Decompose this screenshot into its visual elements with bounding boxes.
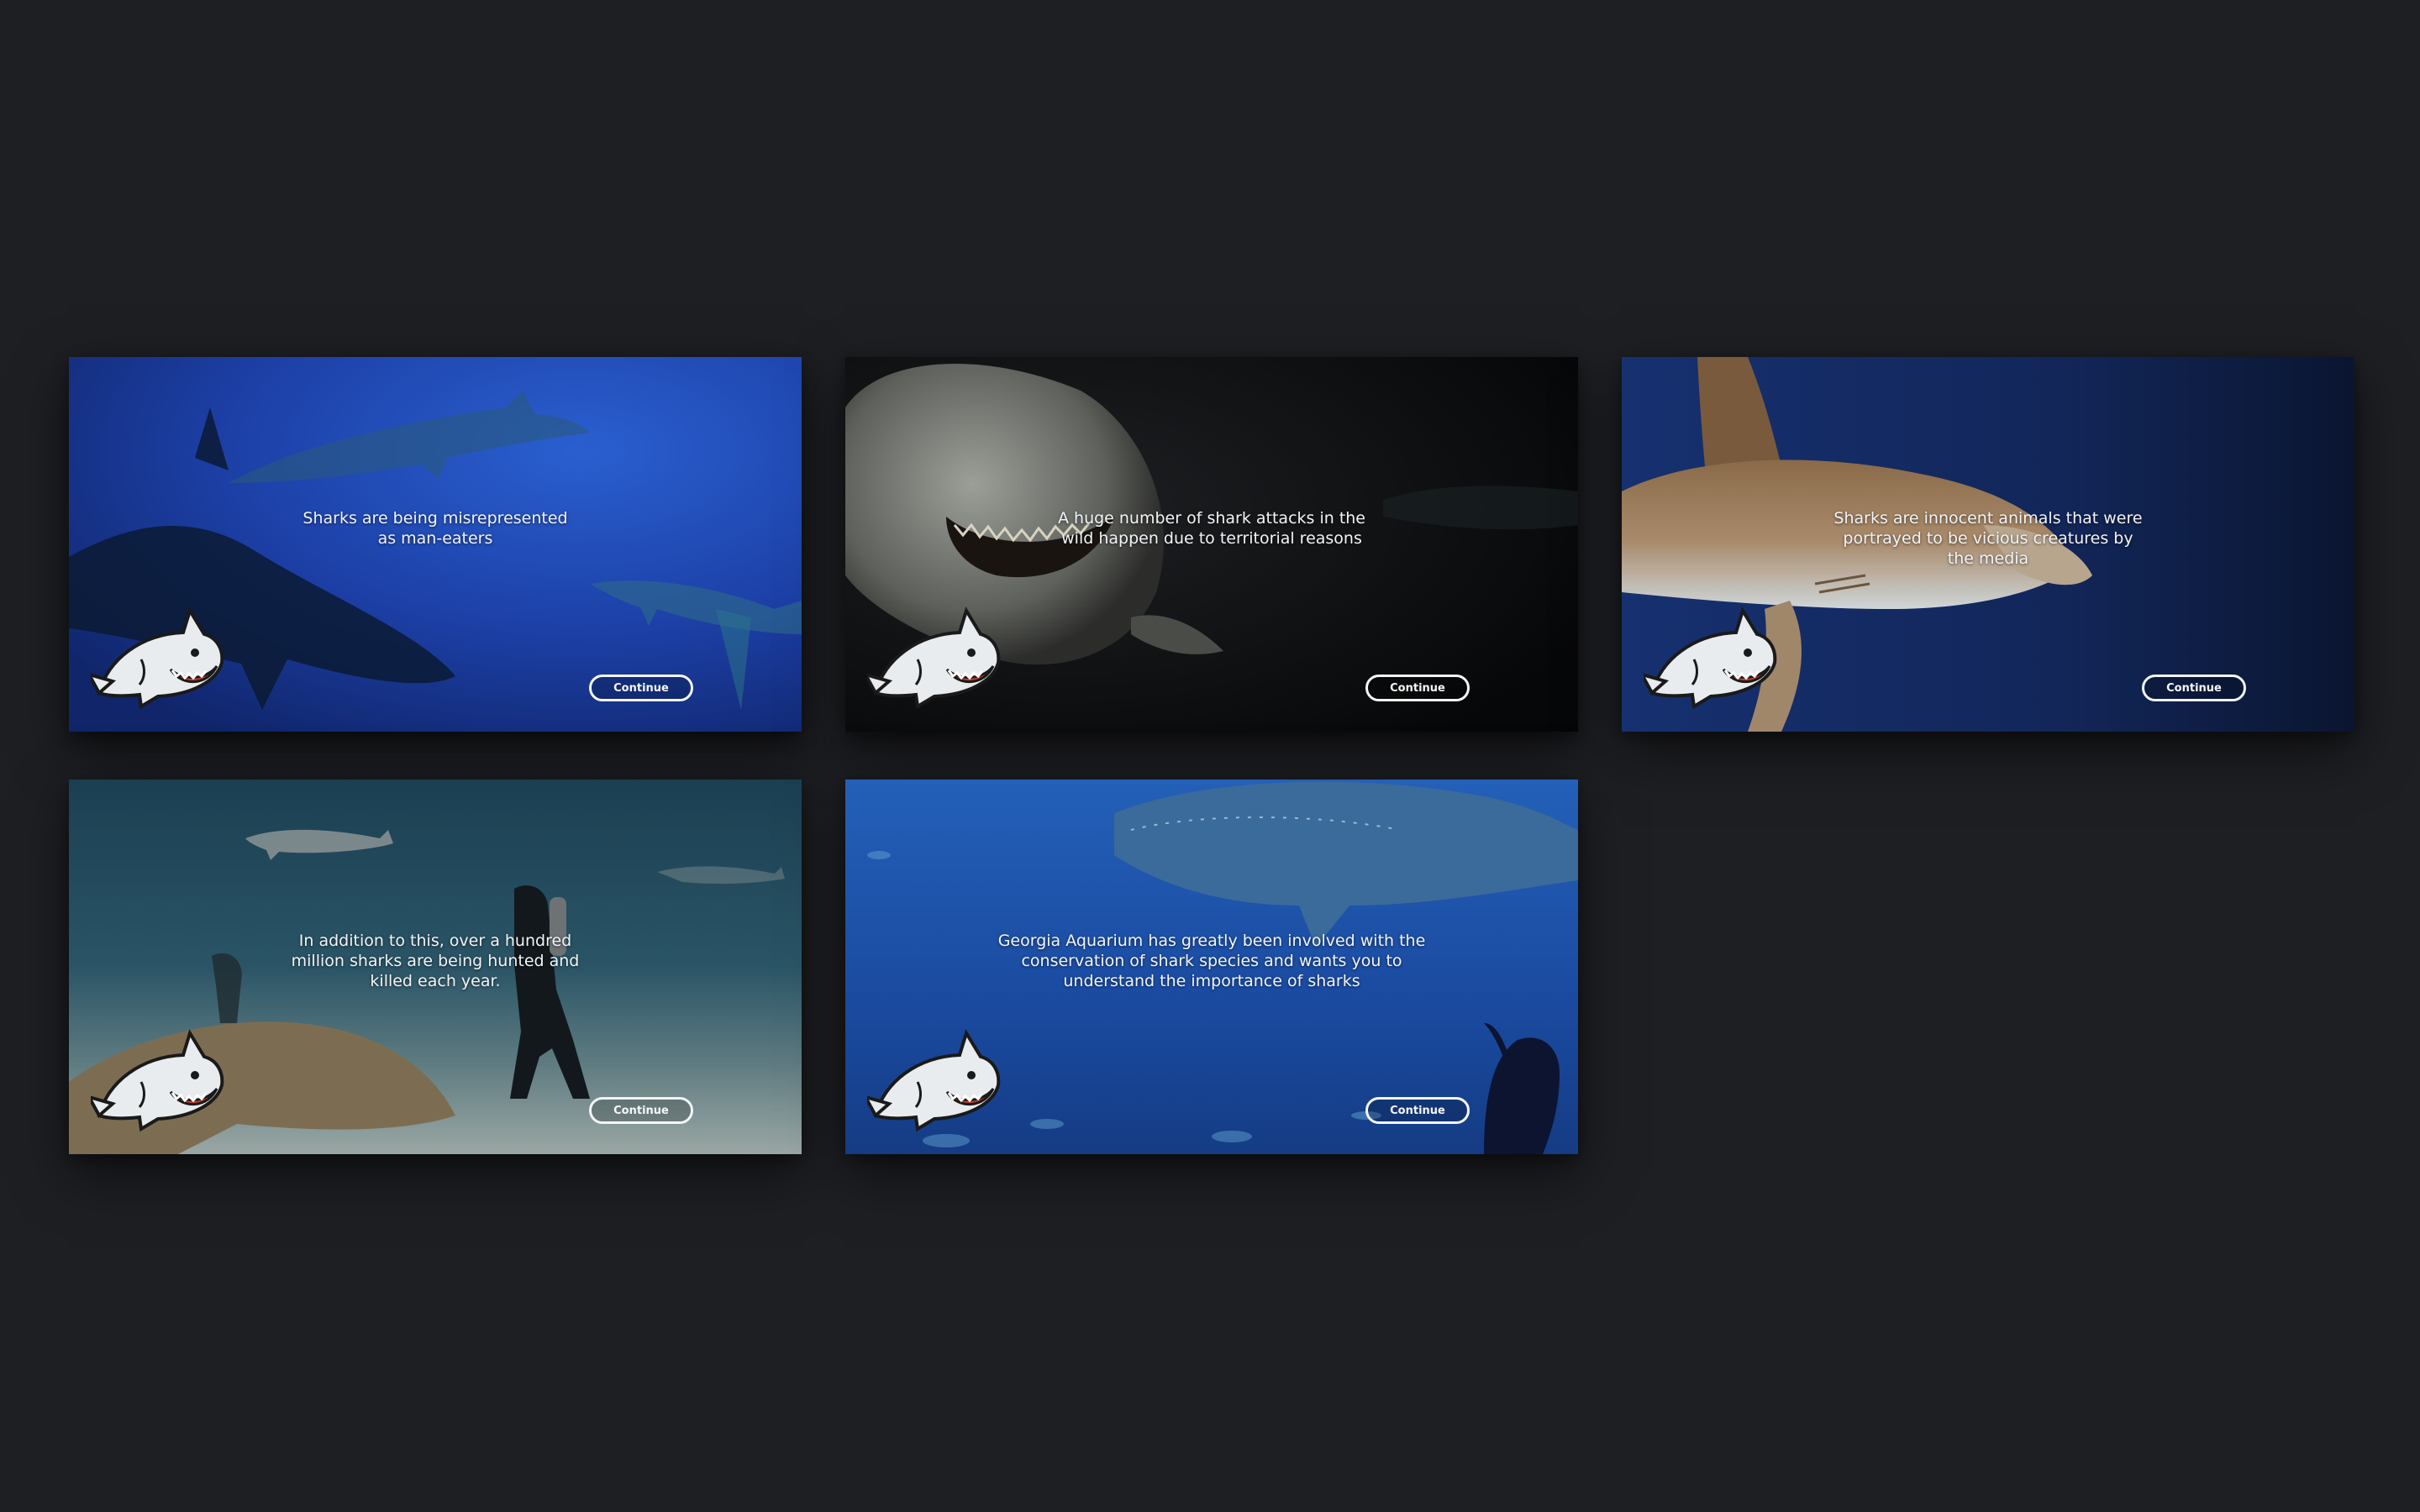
slide-1-caption: Sharks are being misrepresented as man-e… [69, 508, 802, 549]
slide-5-continue-button[interactable]: Continue [1365, 1097, 1470, 1124]
slide-4-caption-line-3: killed each year. [370, 972, 501, 990]
slide-3-caption: Sharks are innocent animals that were po… [1622, 508, 2354, 569]
cartoon-shark-icon [91, 606, 224, 710]
slide-4-caption: In addition to this, over a hundred mill… [69, 931, 802, 991]
slide-5: Georgia Aquarium has greatly been involv… [845, 780, 1578, 1154]
slide-3-caption-line-1: Sharks are innocent animals that were [1833, 509, 2143, 528]
slide-2-continue-button[interactable]: Continue [1365, 675, 1470, 701]
slide-3-caption-line-3: the media [1947, 549, 2029, 568]
slide-2: A huge number of shark attacks in the wi… [845, 357, 1578, 732]
slide-5-caption-line-1: Georgia Aquarium has greatly been involv… [997, 932, 1426, 950]
slide-4-caption-line-1: In addition to this, over a hundred [298, 932, 572, 950]
slide-3-continue-button[interactable]: Continue [2142, 675, 2246, 701]
cartoon-shark-icon [91, 1029, 224, 1132]
slide-5-caption-line-3: understand the importance of sharks [1063, 972, 1360, 990]
cartoon-shark-icon [867, 1029, 1001, 1132]
slide-3-caption-line-2: portrayed to be vicious creatures by [1843, 529, 2133, 548]
slide-4: In addition to this, over a hundred mill… [69, 780, 802, 1154]
cartoon-shark-icon [1644, 606, 1777, 710]
presentation-board: Sharks are being misrepresented as man-e… [0, 0, 2420, 1512]
slide-5-caption-line-2: conservation of shark species and wants … [1021, 952, 1402, 970]
slide-4-caption-line-2: million sharks are being hunted and [291, 952, 580, 970]
slide-1: Sharks are being misrepresented as man-e… [69, 357, 802, 732]
slide-1-caption-line-2: as man-eaters [377, 529, 493, 548]
slide-2-caption: A huge number of shark attacks in the wi… [845, 508, 1578, 549]
slide-2-caption-line-2: wild happen due to territorial reasons [1061, 529, 1362, 548]
slide-5-caption: Georgia Aquarium has greatly been involv… [845, 931, 1578, 991]
cartoon-shark-icon [867, 606, 1001, 710]
slide-2-caption-line-1: A huge number of shark attacks in the [1057, 509, 1365, 528]
slide-4-continue-button[interactable]: Continue [589, 1097, 693, 1124]
slide-1-caption-line-1: Sharks are being misrepresented [302, 509, 568, 528]
slide-1-continue-button[interactable]: Continue [589, 675, 693, 701]
slide-3: Sharks are innocent animals that were po… [1622, 357, 2354, 732]
